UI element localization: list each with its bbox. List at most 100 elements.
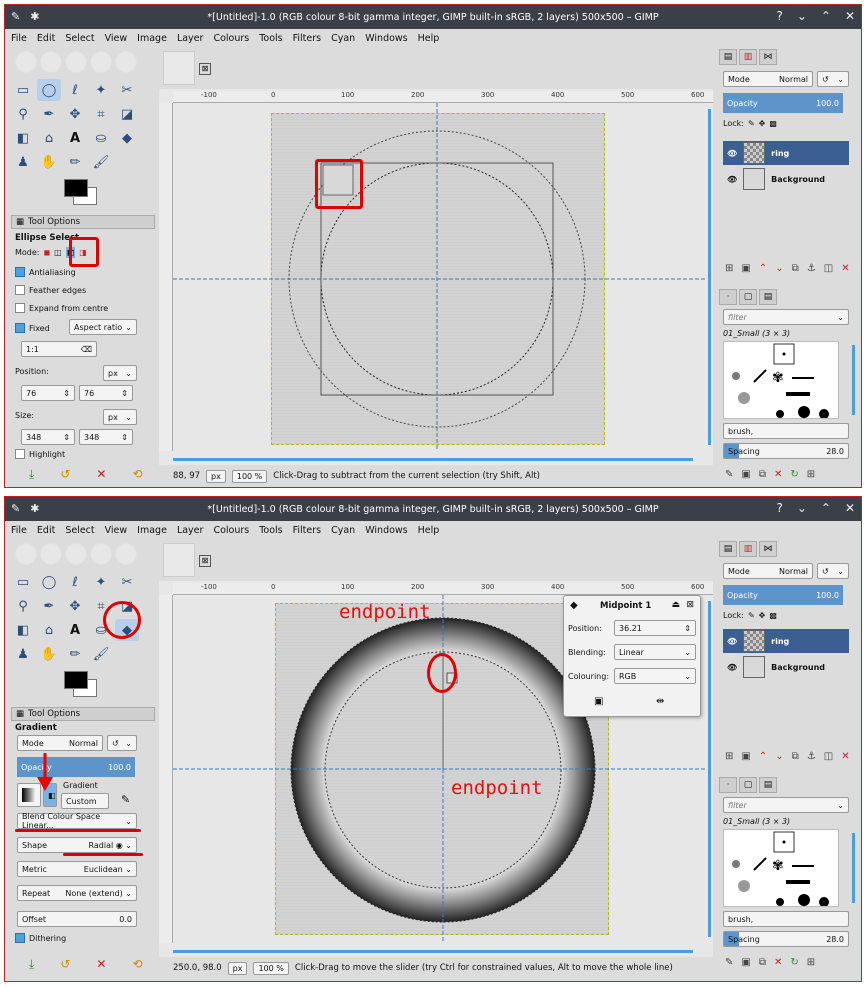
layer-mode-reset[interactable]: ↺ ⌄ xyxy=(817,563,849,579)
raise-layer-icon[interactable]: ⌃ xyxy=(759,263,767,274)
duplicate-layer-icon[interactable]: ⧉ xyxy=(792,263,799,274)
new-stop-icon[interactable]: ▣ xyxy=(594,696,603,707)
edit-gradient-icon[interactable]: ✎ xyxy=(121,793,130,806)
menu-edit[interactable]: Edit xyxy=(37,33,55,44)
horizontal-scrollbar[interactable] xyxy=(173,458,693,461)
menu-help[interactable]: Help xyxy=(418,525,440,536)
brush-grid[interactable]: ✾ xyxy=(723,829,839,907)
maximize-icon[interactable]: ⌃ xyxy=(821,501,831,515)
new-layer-group-icon[interactable]: ⊞ xyxy=(725,263,733,274)
position-x-field[interactable]: 76 ⇕ xyxy=(21,385,75,401)
minimize-icon[interactable]: ⌄ xyxy=(797,501,807,515)
paintbrush-tool-icon[interactable]: 🖌 xyxy=(89,151,113,173)
duplicate-brush-icon[interactable]: ⧉ xyxy=(759,957,766,968)
duplicate-brush-icon[interactable]: ⧉ xyxy=(759,469,766,480)
paintbrush-tool-icon[interactable]: 🖌 xyxy=(89,643,113,665)
menu-cyan[interactable]: Cyan xyxy=(331,33,355,44)
menu-cyan[interactable]: Cyan xyxy=(331,525,355,536)
new-brush-icon[interactable]: ▣ xyxy=(741,957,750,968)
edit-brush-icon[interactable]: ✎ xyxy=(725,469,733,480)
foreground-select-tool-icon[interactable]: ⚲ xyxy=(11,595,35,617)
layer-mode-dropdown[interactable]: Mode Normal xyxy=(723,563,813,579)
close-icon[interactable]: ✕ xyxy=(845,501,855,515)
unit-dropdown[interactable]: px xyxy=(227,961,248,975)
new-layer-icon[interactable]: ▣ xyxy=(741,751,750,762)
lower-layer-icon[interactable]: ⌄ xyxy=(775,263,783,274)
paths-tool-icon[interactable]: ✒ xyxy=(37,103,61,125)
menu-view[interactable]: View xyxy=(105,525,128,536)
offset-slider[interactable]: Offset 0.0 xyxy=(17,911,137,927)
menu-file[interactable]: File xyxy=(11,525,27,536)
zoom-dropdown[interactable]: 100 % xyxy=(231,469,268,483)
blend-colour-space-dropdown[interactable]: Blend Colour Space Linear... ⌄ xyxy=(17,812,137,830)
brushes-tab-icon[interactable]: · xyxy=(719,289,737,305)
expand-checkbox[interactable] xyxy=(15,303,25,313)
delete-options-icon[interactable]: ✕ xyxy=(96,467,106,482)
rect-select-tool-icon[interactable]: ▭ xyxy=(11,79,35,101)
delete-brush-icon[interactable]: ✕ xyxy=(774,957,782,968)
image-viewport[interactable] xyxy=(173,103,707,451)
move-tool-icon[interactable]: ✥ xyxy=(63,103,87,125)
popup-colouring-dropdown[interactable]: RGB ⌄ xyxy=(614,668,696,684)
ellipse-select-tool-icon[interactable]: ◯ xyxy=(37,79,61,101)
maximize-icon[interactable]: ⌃ xyxy=(821,9,831,23)
free-select-tool-icon[interactable]: ℓ xyxy=(63,571,87,593)
mode-replace-icon[interactable]: ◼ xyxy=(44,248,51,257)
visibility-eye-icon[interactable]: 👁 xyxy=(727,637,737,646)
save-options-icon[interactable]: ⤓ xyxy=(29,957,34,972)
dithering-checkbox[interactable] xyxy=(15,933,25,943)
zoom-dropdown[interactable]: 100 % xyxy=(253,961,289,975)
mask-icon[interactable]: ◫ xyxy=(824,751,833,762)
mode-add-icon[interactable]: ◫ xyxy=(54,248,62,257)
menu-image[interactable]: Image xyxy=(137,33,167,44)
lock-pixels-icon[interactable]: ✎ xyxy=(748,119,755,128)
vertical-scrollbar[interactable] xyxy=(708,109,711,445)
layer-row-background[interactable]: 👁 Background xyxy=(723,167,849,191)
warp-tool-icon[interactable]: ⌂ xyxy=(37,127,61,149)
free-select-tool-icon[interactable]: ℓ xyxy=(63,79,87,101)
menu-file[interactable]: File xyxy=(11,33,27,44)
layers-tab-icon[interactable]: ▤ xyxy=(719,541,737,557)
layers-tab-icon[interactable]: ▤ xyxy=(719,49,737,65)
close-icon[interactable]: ✕ xyxy=(845,9,855,23)
mode-dropdown[interactable]: Mode Normal xyxy=(17,735,103,751)
smudge-tool-icon[interactable]: ✋ xyxy=(37,643,61,665)
image-tab-thumbnail[interactable] xyxy=(163,51,195,85)
metric-dropdown[interactable]: Metric Euclidean ⌄ xyxy=(17,861,137,877)
tool-options-tab[interactable]: ▦ Tool Options xyxy=(11,707,155,721)
text-tool-icon[interactable]: A xyxy=(63,127,87,149)
lock-position-icon[interactable]: ✥ xyxy=(759,119,766,128)
close-image-icon[interactable]: ⊠ xyxy=(199,63,211,75)
menu-filters[interactable]: Filters xyxy=(293,525,321,536)
lock-alpha-icon[interactable]: ▩ xyxy=(769,611,777,620)
antialiasing-checkbox[interactable] xyxy=(15,267,25,277)
mask-icon[interactable]: ◫ xyxy=(824,263,833,274)
lock-pixels-icon[interactable]: ✎ xyxy=(748,611,755,620)
channels-tab-icon[interactable]: ▥ xyxy=(739,49,757,65)
paths-tab-icon[interactable]: ⋈ xyxy=(759,49,777,65)
save-options-icon[interactable]: ⤓ xyxy=(29,467,34,482)
size-w-field[interactable]: 348 ⇕ xyxy=(21,429,75,445)
anchor-layer-icon[interactable]: ⚓ xyxy=(807,263,816,274)
paths-tab-icon[interactable]: ⋈ xyxy=(759,541,777,557)
image-viewport[interactable]: endpoint endpoint ◆ Midpoint 1 ⏏ ⊠ Posit… xyxy=(173,595,707,943)
menu-layer[interactable]: Layer xyxy=(177,525,204,536)
help-icon[interactable]: ? xyxy=(776,9,782,23)
text-tool-icon[interactable]: A xyxy=(63,619,87,641)
new-brush-icon[interactable]: ▣ xyxy=(741,469,750,480)
delete-brush-icon[interactable]: ✕ xyxy=(774,469,782,480)
bucket-fill-tool-icon[interactable]: ⛀ xyxy=(89,127,113,149)
layer-mode-reset[interactable]: ↺ ⌄ xyxy=(817,71,849,87)
pin-icon[interactable]: ✱ xyxy=(30,10,39,23)
flip-tool-icon[interactable]: ◧ xyxy=(11,127,35,149)
visibility-eye-icon[interactable]: 👁 xyxy=(727,663,737,672)
menu-layer[interactable]: Layer xyxy=(177,33,204,44)
clone-tool-icon[interactable]: ♟ xyxy=(11,643,35,665)
fixed-checkbox[interactable] xyxy=(15,323,25,333)
scissors-tool-icon[interactable]: ✂ xyxy=(115,571,139,593)
crop-tool-icon[interactable]: ⌗ xyxy=(89,103,113,125)
brush-name-field[interactable]: brush, xyxy=(723,423,849,439)
feather-checkbox[interactable] xyxy=(15,285,25,295)
rect-select-tool-icon[interactable]: ▭ xyxy=(11,571,35,593)
menu-select[interactable]: Select xyxy=(65,33,94,44)
